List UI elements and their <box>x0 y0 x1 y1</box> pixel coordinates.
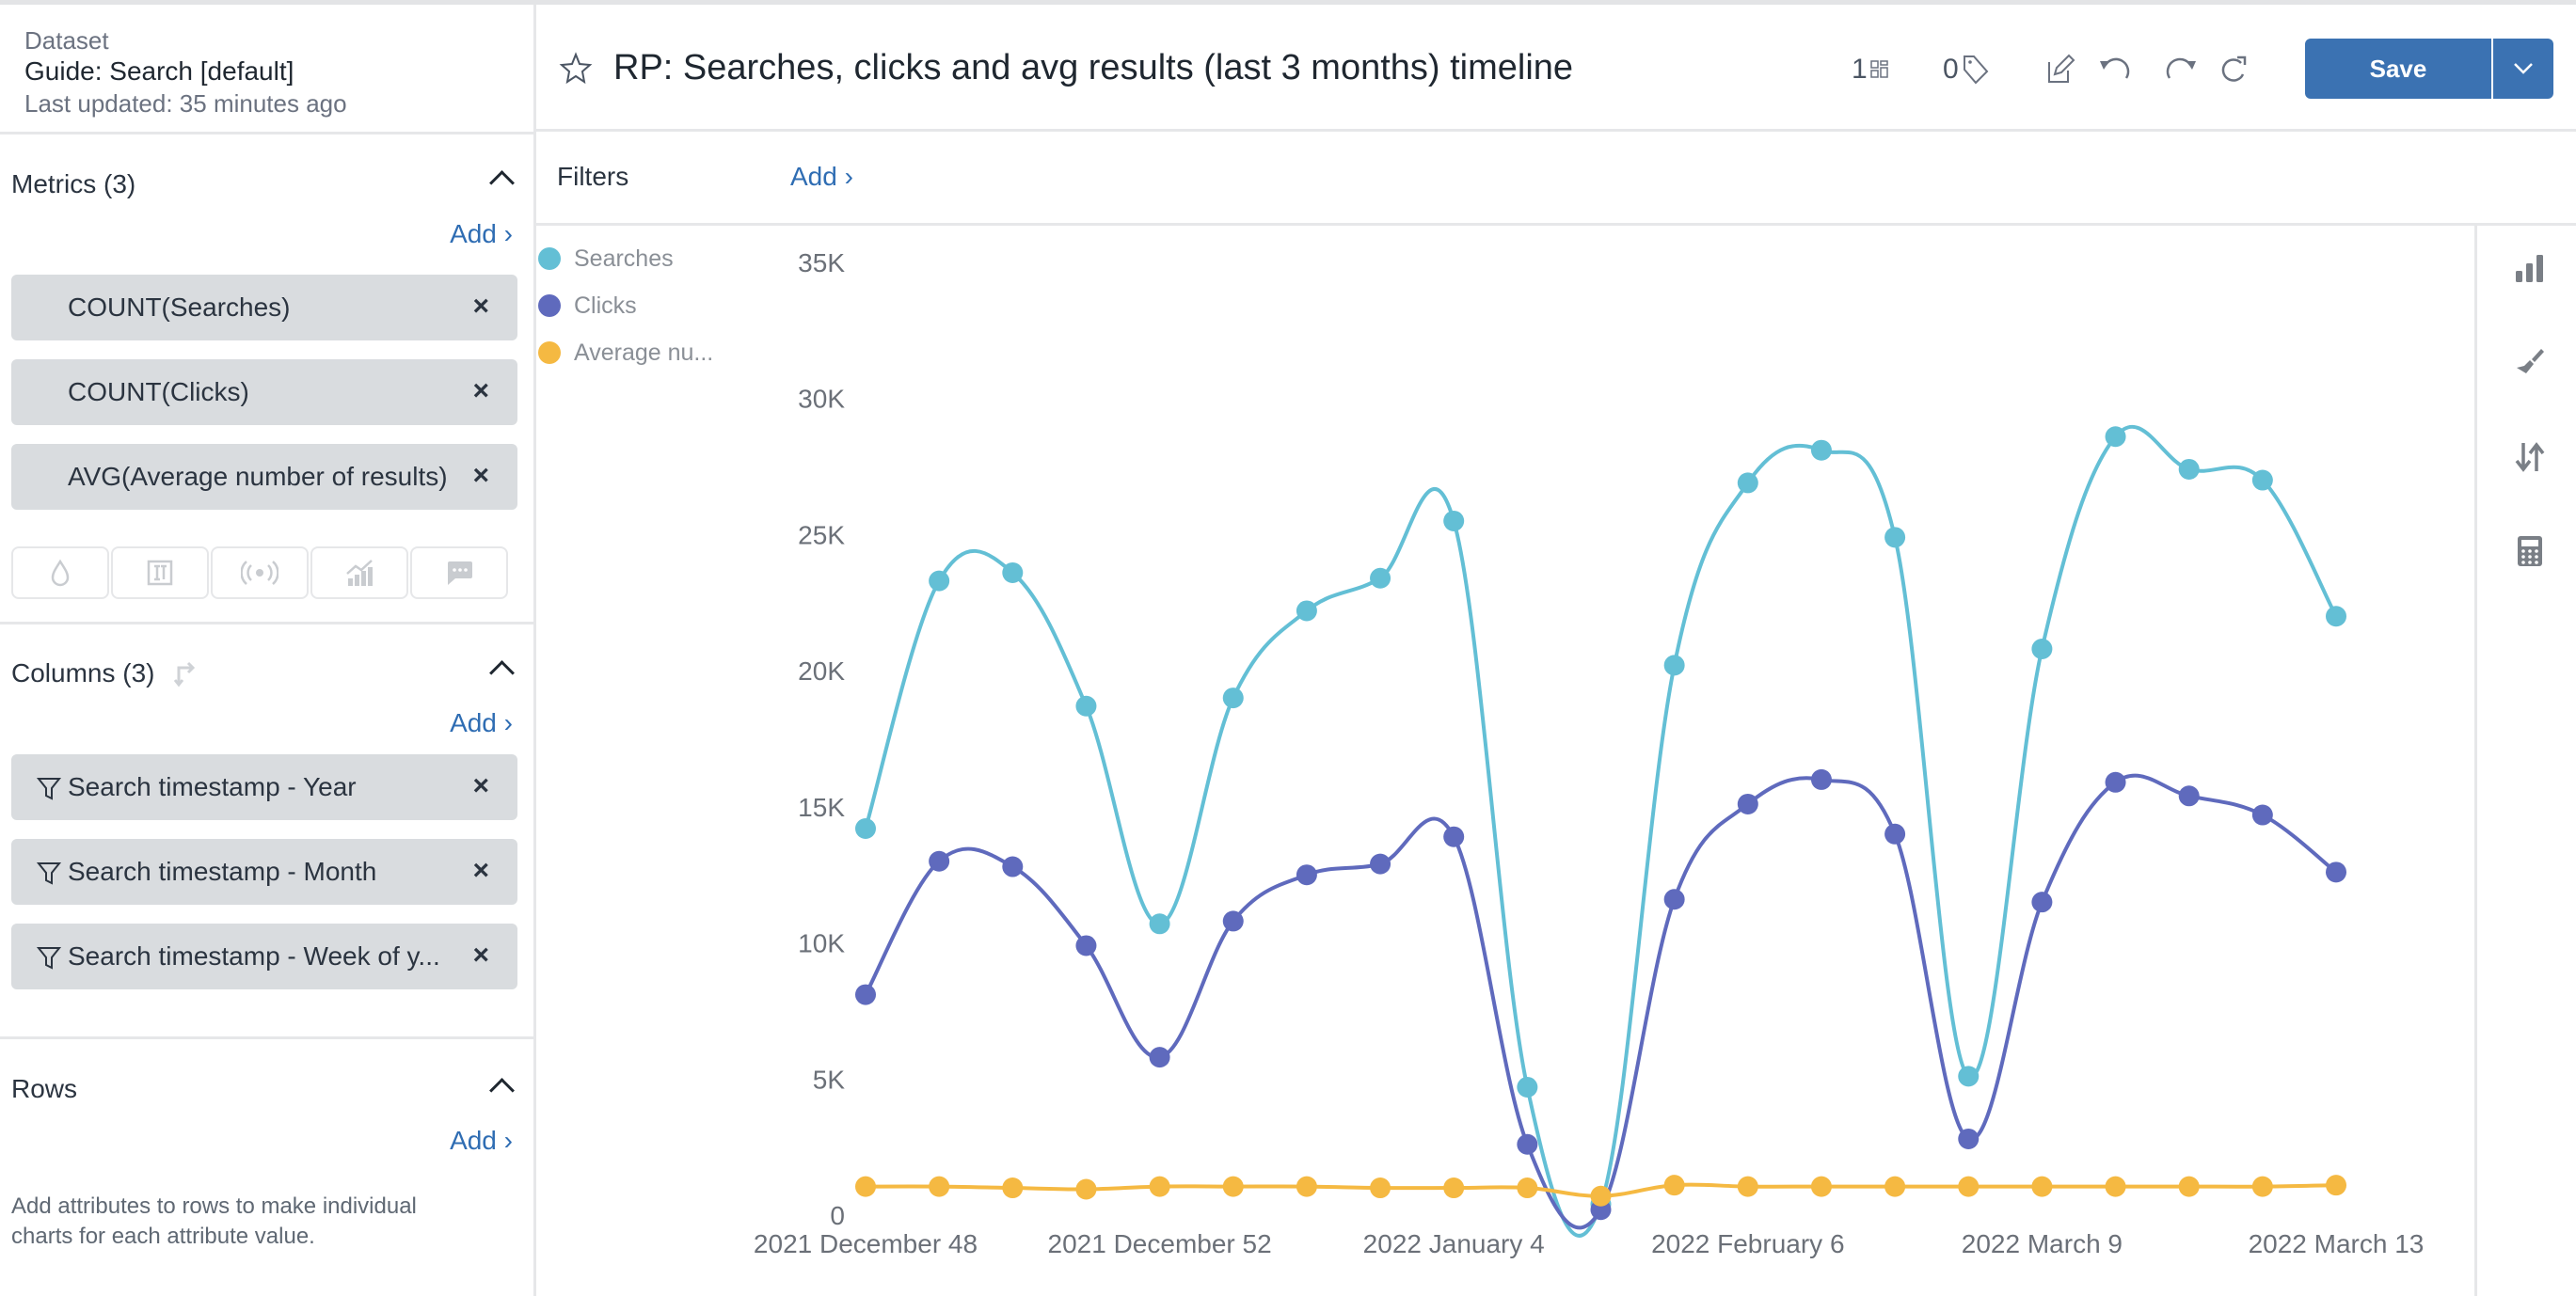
paintbrush-icon[interactable] <box>2513 346 2547 380</box>
data-point <box>2105 426 2126 448</box>
y-tick-label: 30K <box>798 385 845 414</box>
data-point <box>1517 1177 1538 1199</box>
x-tick-label: 2022 March 13 <box>2249 1229 2425 1258</box>
data-point <box>1222 688 1244 709</box>
data-point <box>1075 1178 1097 1200</box>
data-point <box>1737 793 1758 814</box>
data-point <box>1002 856 1024 877</box>
data-point <box>1810 768 1832 790</box>
y-tick-label: 15K <box>798 793 845 822</box>
x-tick-label: 2021 December 52 <box>1048 1229 1272 1258</box>
data-point <box>1663 889 1685 910</box>
data-point <box>2178 1176 2200 1197</box>
data-point <box>929 570 950 592</box>
data-point <box>1370 567 1391 589</box>
data-point <box>2178 785 2200 807</box>
chart-type-icon[interactable] <box>2513 252 2547 286</box>
chart-settings-toolbar <box>2474 226 2576 1296</box>
data-point <box>2031 1176 2053 1197</box>
data-point <box>1810 439 1832 461</box>
data-point <box>1810 1176 1832 1197</box>
data-point <box>1002 561 1024 583</box>
data-point <box>1517 1076 1538 1098</box>
data-point <box>2105 1176 2126 1197</box>
data-point <box>855 1176 876 1197</box>
y-tick-label: 25K <box>798 520 845 549</box>
y-tick-label: 20K <box>798 656 845 686</box>
data-point <box>1296 864 1317 886</box>
x-tick-label: 2022 March 9 <box>1962 1229 2123 1258</box>
data-point <box>1663 655 1685 676</box>
data-point <box>1002 1177 1024 1199</box>
y-tick-label: 5K <box>813 1065 846 1094</box>
data-point <box>1737 1176 1758 1197</box>
data-point <box>1737 472 1758 494</box>
series-line-clicks <box>864 773 2338 1230</box>
data-point <box>1296 600 1317 622</box>
x-tick-label: 2021 December 48 <box>754 1229 978 1258</box>
data-point <box>2251 1176 2273 1197</box>
data-point <box>1149 1176 1170 1197</box>
x-tick-label: 2022 February 6 <box>1651 1229 1844 1258</box>
data-point <box>1075 695 1097 717</box>
data-point <box>2031 638 2053 659</box>
data-point <box>929 850 950 872</box>
data-point <box>1222 1176 1244 1197</box>
data-point <box>1958 1128 1980 1149</box>
data-point <box>1958 1176 1980 1197</box>
x-tick-label: 2022 January 4 <box>1363 1229 1545 1258</box>
data-point <box>1443 1177 1465 1199</box>
y-tick-label: 10K <box>798 929 845 958</box>
y-tick-label: 0 <box>830 1201 845 1230</box>
line-chart: 0 5K 10K 15K 20K 25K 30K 35K 2021 December 48 202… <box>754 248 2425 1258</box>
calculator-icon[interactable] <box>2513 534 2547 568</box>
data-point <box>1443 826 1465 847</box>
data-point <box>1296 1176 1317 1197</box>
data-point <box>855 984 876 1005</box>
data-point <box>2031 892 2053 913</box>
data-point <box>1590 1185 1612 1207</box>
data-point <box>1075 935 1097 956</box>
data-point <box>1149 913 1170 935</box>
data-point <box>1958 1066 1980 1087</box>
data-point <box>2326 861 2346 883</box>
data-point <box>1149 1047 1170 1068</box>
data-point <box>1884 823 1906 845</box>
data-point <box>2105 771 2126 793</box>
data-point <box>1443 510 1465 531</box>
data-point <box>1222 910 1244 932</box>
data-point <box>1517 1133 1538 1155</box>
data-point <box>2251 469 2273 491</box>
data-point <box>2178 458 2200 480</box>
data-point <box>1663 1175 1685 1196</box>
data-point <box>929 1176 950 1197</box>
data-point <box>855 818 876 840</box>
data-point <box>1370 853 1391 875</box>
data-point <box>2251 804 2273 826</box>
data-point <box>1370 1177 1391 1199</box>
sort-icon[interactable] <box>2513 440 2547 474</box>
y-tick-label: 35K <box>798 248 845 277</box>
data-point <box>1884 1176 1906 1197</box>
series-line-searches <box>864 424 2338 1238</box>
data-point <box>2326 606 2346 627</box>
data-point <box>1884 527 1906 548</box>
data-point <box>2326 1175 2346 1196</box>
